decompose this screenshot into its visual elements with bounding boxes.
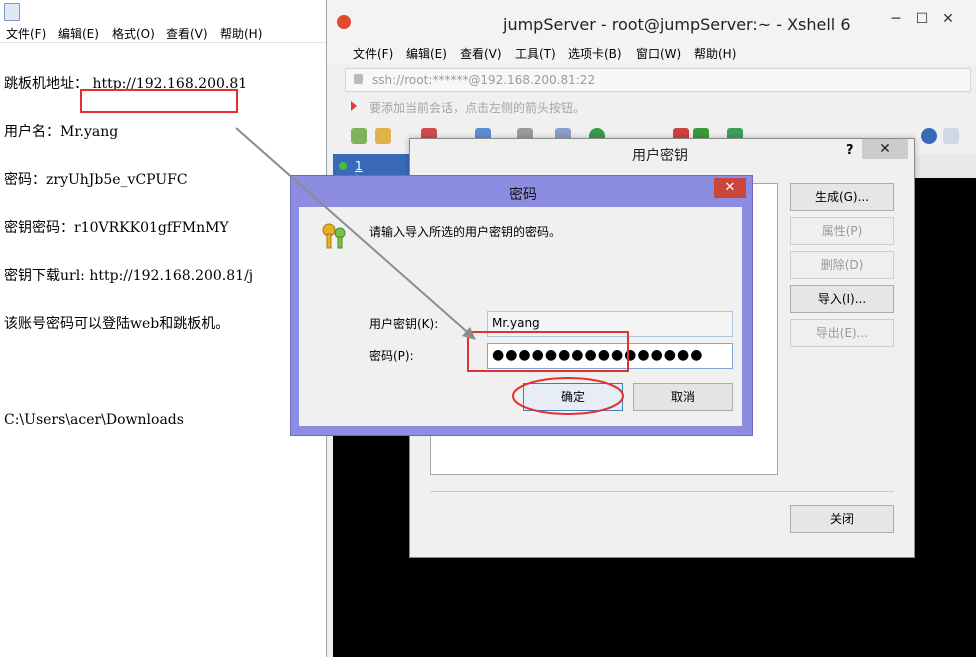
text-line-key-url: 密钥下载url: http://192.168.200.81/j xyxy=(4,268,254,284)
notepad-menubar: 文件(F) 编辑(E) 格式(O) 查看(V) 帮助(H) xyxy=(0,22,328,43)
key-password-highlight-box xyxy=(80,89,238,113)
xshell-menu-file[interactable]: 文件(F) xyxy=(353,45,393,62)
user-key-close-button[interactable]: 关闭 xyxy=(790,505,894,533)
chat-icon[interactable] xyxy=(943,128,959,144)
help-icon[interactable] xyxy=(921,128,937,144)
lock-icon xyxy=(354,74,363,84)
password-label: 密码(P): xyxy=(369,349,414,363)
key-password-value: r10VRKK01gfFMnMY xyxy=(74,220,229,236)
text-line-blank xyxy=(4,364,326,380)
notepad-menu-format[interactable]: 格式(O) xyxy=(112,25,155,42)
keys-icon xyxy=(322,223,346,249)
notepad-menu-help[interactable]: 帮助(H) xyxy=(220,25,262,42)
export-button[interactable]: 导出(E)... xyxy=(790,319,894,347)
user-key-label: 用户密钥(K): xyxy=(369,317,439,331)
user-key-dialog-title: 用户密钥 xyxy=(632,148,688,164)
session-hint-text: 要添加当前会话，点击左侧的箭头按钮。 xyxy=(369,101,586,115)
ok-button[interactable]: 确定 xyxy=(523,383,623,411)
new-session-icon[interactable] xyxy=(351,128,367,144)
add-session-arrow-icon[interactable] xyxy=(351,101,357,111)
xshell-menu-edit[interactable]: 编辑(E) xyxy=(406,45,447,62)
xshell-menu-tabs[interactable]: 选项卡(B) xyxy=(568,45,622,62)
key-password-label: 密钥密码： xyxy=(4,220,74,236)
address-bar[interactable]: ssh://root:******@192.168.200.81:22 xyxy=(345,68,971,92)
password-prompt-message: 请输入导入所选的用户密钥的密码。 xyxy=(369,225,562,239)
password-highlight-box xyxy=(467,331,629,372)
user-key-value: Mr.yang xyxy=(492,316,540,330)
session-hint-bar: 要添加当前会话，点击左侧的箭头按钮。 xyxy=(345,96,969,116)
import-button[interactable]: 导入(I)... xyxy=(790,285,894,313)
xshell-logo-icon xyxy=(337,15,351,29)
delete-button[interactable]: 删除(D) xyxy=(790,251,894,279)
help-question-icon[interactable]: ? xyxy=(846,143,854,158)
address-text: ssh://root:******@192.168.200.81:22 xyxy=(372,73,596,87)
dialog-divider xyxy=(430,491,894,492)
minimize-button[interactable]: ─ xyxy=(887,10,905,28)
password-dialog-body: 请输入导入所选的用户密钥的密码。 用户密钥(K): Mr.yang 密码(P):… xyxy=(299,207,742,426)
password-dialog-title: 密码 xyxy=(509,187,537,203)
text-line-note: 该账号密码可以登陆web和跳板机。 xyxy=(4,316,230,332)
xshell-titlebar: jumpServer - root@jumpServer:~ - Xshell … xyxy=(327,0,976,40)
generate-button[interactable]: 生成(G)... xyxy=(790,183,894,211)
open-folder-icon[interactable] xyxy=(375,128,391,144)
properties-button[interactable]: 属性(P) xyxy=(790,217,894,245)
xshell-menu-window[interactable]: 窗口(W) xyxy=(636,45,681,62)
connected-status-icon xyxy=(339,162,347,170)
xshell-menu-view[interactable]: 查看(V) xyxy=(460,45,502,62)
notepad-titlebar xyxy=(0,0,328,22)
maximize-button[interactable]: ☐ xyxy=(913,10,931,28)
cancel-button[interactable]: 取消 xyxy=(633,383,733,411)
text-line-username: 用户名：Mr.yang xyxy=(4,124,119,140)
password-dialog: 密码 ✕ 请输入导入所选的用户密钥的密码。 用户密钥(K): Mr.yang 密… xyxy=(290,175,753,436)
xshell-window-title: jumpServer - root@jumpServer:~ - Xshell … xyxy=(503,15,851,34)
notepad-icon xyxy=(4,3,20,21)
password-dialog-close-button[interactable]: ✕ xyxy=(714,178,746,198)
user-key-dialog-close-button[interactable]: ✕ xyxy=(862,139,908,159)
text-line-password: 密码：zryUhJb5e_vCPUFC xyxy=(4,172,188,188)
close-button[interactable]: ✕ xyxy=(939,10,957,28)
xshell-menu-help[interactable]: 帮助(H) xyxy=(694,45,736,62)
text-line-key-password: 密钥密码：r10VRKK01gfFMnMY xyxy=(4,220,326,236)
user-key-dialog-titlebar: 用户密钥 ? ✕ xyxy=(410,139,914,165)
notepad-menu-view[interactable]: 查看(V) xyxy=(166,25,208,42)
xshell-menu-tools[interactable]: 工具(T) xyxy=(515,45,556,62)
text-line-path: C:\Users\acer\Downloads xyxy=(4,412,184,428)
notepad-menu-file[interactable]: 文件(F) xyxy=(6,25,46,42)
notepad-menu-edit[interactable]: 编辑(E) xyxy=(58,25,99,42)
xshell-menubar: 文件(F) 编辑(E) 查看(V) 工具(T) 选项卡(B) 窗口(W) 帮助(… xyxy=(327,40,976,64)
